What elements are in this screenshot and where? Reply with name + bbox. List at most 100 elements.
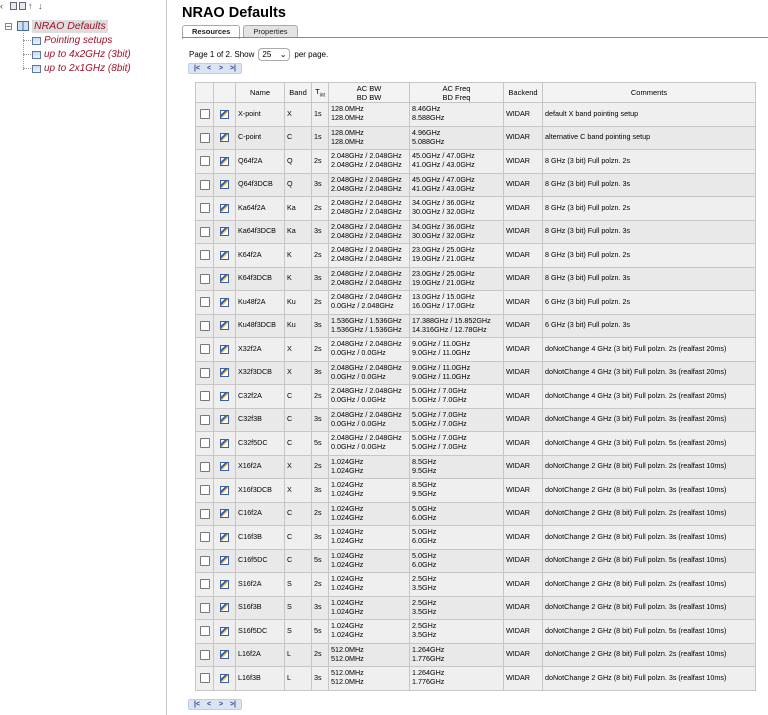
last-page-button[interactable]: >| — [227, 700, 239, 709]
table-row[interactable]: Ka64f2A Ka 2s 2.048GHz / 2.048GHz 2.048GHz /… — [195, 196, 756, 221]
row-checkbox[interactable] — [199, 508, 210, 519]
tree-item-2x1ghz[interactable]: up to 2x1GHz (8bit) — [23, 62, 131, 75]
row-checkbox[interactable] — [199, 414, 210, 425]
edit-icon[interactable] — [220, 626, 229, 636]
row-checkbox[interactable] — [199, 532, 210, 543]
tree-root-label[interactable]: NRAO Defaults — [32, 19, 108, 33]
edit-icon[interactable] — [220, 673, 229, 683]
new-document-icon[interactable] — [10, 2, 17, 10]
column-header-backend[interactable]: Backend — [503, 82, 543, 103]
table-row[interactable]: X32f3DCB X 3s 2.048GHz / 2.048GHz 0.0GHz / 0… — [195, 360, 756, 385]
row-checkbox[interactable] — [199, 203, 210, 214]
edit-icon[interactable] — [220, 203, 229, 213]
edit-icon[interactable] — [220, 344, 229, 354]
copy-document-icon[interactable] — [19, 2, 26, 10]
row-checkbox[interactable] — [199, 579, 210, 590]
table-row[interactable]: C16f2A C 2s 1.024GHz 1.024GHz 5.0GHz 6.0GHz WID… — [195, 501, 756, 526]
table-row[interactable]: S16f2A S 2s 1.024GHz 1.024GHz 2.5GHz 3.5GHz WID… — [195, 572, 756, 597]
edit-icon[interactable] — [220, 438, 229, 448]
collapse-icon[interactable]: − — [5, 22, 12, 30]
row-checkbox[interactable] — [199, 273, 210, 284]
column-header-bandwidth[interactable]: AC BW BD BW — [328, 82, 410, 103]
page-size-select[interactable]: 25 ⌄ — [258, 47, 291, 61]
edit-icon[interactable] — [220, 532, 229, 542]
edit-icon[interactable] — [220, 485, 229, 495]
edit-icon[interactable] — [220, 509, 229, 519]
row-checkbox[interactable] — [199, 438, 210, 449]
row-checkbox[interactable] — [199, 555, 210, 566]
prev-page-button[interactable]: < — [203, 700, 215, 709]
row-checkbox[interactable] — [199, 297, 210, 308]
row-checkbox[interactable] — [199, 626, 210, 637]
edit-icon[interactable] — [220, 250, 229, 260]
table-row[interactable]: L16f3B L 3s 512.0MHz 512.0MHz 1.264GHz 1.776GH… — [195, 666, 756, 691]
table-row[interactable]: L16f2A L 2s 512.0MHz 512.0MHz 1.264GHz 1.776GH… — [195, 642, 756, 667]
row-checkbox[interactable] — [199, 156, 210, 167]
row-checkbox[interactable] — [199, 250, 210, 261]
edit-icon[interactable] — [220, 133, 229, 143]
edit-icon[interactable] — [220, 109, 229, 119]
row-checkbox[interactable] — [199, 485, 210, 496]
table-row[interactable]: C32f2A C 2s 2.048GHz / 2.048GHz 0.0GHz / 0.0… — [195, 384, 756, 409]
table-row[interactable]: X16f2A X 2s 1.024GHz 1.024GHz 8.5GHz 9.5GHz WID… — [195, 454, 756, 479]
tree-root-nrao-defaults[interactable]: − NRAO Defaults — [5, 19, 108, 33]
edit-icon[interactable] — [220, 462, 229, 472]
edit-icon[interactable] — [220, 603, 229, 613]
row-checkbox[interactable] — [199, 367, 210, 378]
tree-item-label[interactable]: up to 2x1GHz (8bit) — [44, 63, 131, 74]
chevron-left-icon[interactable]: ‹ — [0, 2, 8, 11]
table-row[interactable]: S16f5DC S 5s 1.024GHz 1.024GHz 2.5GHz 3.5GHz WI… — [195, 619, 756, 644]
edit-icon[interactable] — [220, 180, 229, 190]
tree-item-label[interactable]: Pointing setups — [44, 35, 112, 46]
tree-item-4x2ghz[interactable]: up to 4x2GHz (3bit) — [23, 48, 131, 61]
row-checkbox[interactable] — [199, 461, 210, 472]
column-header-name[interactable]: Name — [235, 82, 285, 103]
move-up-icon[interactable]: ↑ — [28, 2, 36, 11]
table-row[interactable]: X32f2A X 2s 2.048GHz / 2.048GHz 0.0GHz / 0.0… — [195, 337, 756, 362]
edit-icon[interactable] — [220, 391, 229, 401]
edit-icon[interactable] — [220, 650, 229, 660]
table-row[interactable]: C32f5DC C 5s 2.048GHz / 2.048GHz 0.0GHz / 0.… — [195, 431, 756, 456]
table-row[interactable]: C32f3B C 3s 2.048GHz / 2.048GHz 0.0GHz / 0.0… — [195, 407, 756, 432]
edit-icon[interactable] — [220, 227, 229, 237]
row-checkbox[interactable] — [199, 320, 210, 331]
row-checkbox[interactable] — [199, 344, 210, 355]
table-row[interactable]: X16f3DCB X 3s 1.024GHz 1.024GHz 8.5GHz 9.5GHz W… — [195, 478, 756, 503]
table-row[interactable]: S16f3B S 3s 1.024GHz 1.024GHz 2.5GHz 3.5GHz WID… — [195, 595, 756, 620]
move-down-icon[interactable]: ↓ — [38, 2, 46, 11]
row-checkbox[interactable] — [199, 226, 210, 237]
edit-icon[interactable] — [220, 297, 229, 307]
row-checkbox[interactable] — [199, 132, 210, 143]
table-row[interactable]: K64f3DCB K 3s 2.048GHz / 2.048GHz 2.048GHz /… — [195, 266, 756, 291]
first-page-button[interactable]: |< — [191, 700, 203, 709]
table-row[interactable]: X-point X 1s 128.0MHz 128.0MHz 8.46GHz 8.588GH… — [195, 102, 756, 127]
column-header-band[interactable]: Band — [284, 82, 312, 103]
row-checkbox[interactable] — [199, 649, 210, 660]
edit-icon[interactable] — [220, 321, 229, 331]
row-checkbox[interactable] — [199, 391, 210, 402]
tree-item-pointing-setups[interactable]: Pointing setups — [23, 34, 112, 47]
table-row[interactable]: C16f5DC C 5s 1.024GHz 1.024GHz 5.0GHz 6.0GHz WI… — [195, 548, 756, 573]
row-checkbox[interactable] — [199, 179, 210, 190]
table-row[interactable]: Ku48f3DCB Ku 3s 1.536GHz / 1.536GHz 1.536GHz… — [195, 313, 756, 338]
table-row[interactable]: K64f2A K 2s 2.048GHz / 2.048GHz 2.048GHz / 2… — [195, 243, 756, 268]
tree-item-label[interactable]: up to 4x2GHz (3bit) — [44, 49, 131, 60]
edit-icon[interactable] — [220, 156, 229, 166]
column-header-frequency[interactable]: AC Freq BD Freq — [409, 82, 504, 103]
column-header-comments[interactable]: Comments — [542, 82, 756, 103]
row-checkbox[interactable] — [199, 602, 210, 613]
table-row[interactable]: Ka64f3DCB Ka 3s 2.048GHz / 2.048GHz 2.048GHz… — [195, 219, 756, 244]
edit-icon[interactable] — [220, 368, 229, 378]
column-header-tint[interactable]: Tint — [311, 82, 329, 103]
table-row[interactable]: Q64f3DCB Q 3s 2.048GHz / 2.048GHz 2.048GHz /… — [195, 172, 756, 197]
prev-page-button[interactable]: < — [203, 64, 215, 73]
edit-icon[interactable] — [220, 274, 229, 284]
next-page-button[interactable]: > — [215, 700, 227, 709]
last-page-button[interactable]: >| — [227, 64, 239, 73]
edit-icon[interactable] — [220, 415, 229, 425]
first-page-button[interactable]: |< — [191, 64, 203, 73]
table-row[interactable]: C16f3B C 3s 1.024GHz 1.024GHz 5.0GHz 6.0GHz WID… — [195, 525, 756, 550]
table-row[interactable]: C-point C 1s 128.0MHz 128.0MHz 4.96GHz 5.088GH… — [195, 125, 756, 150]
row-checkbox[interactable] — [199, 673, 210, 684]
row-checkbox[interactable] — [199, 109, 210, 120]
